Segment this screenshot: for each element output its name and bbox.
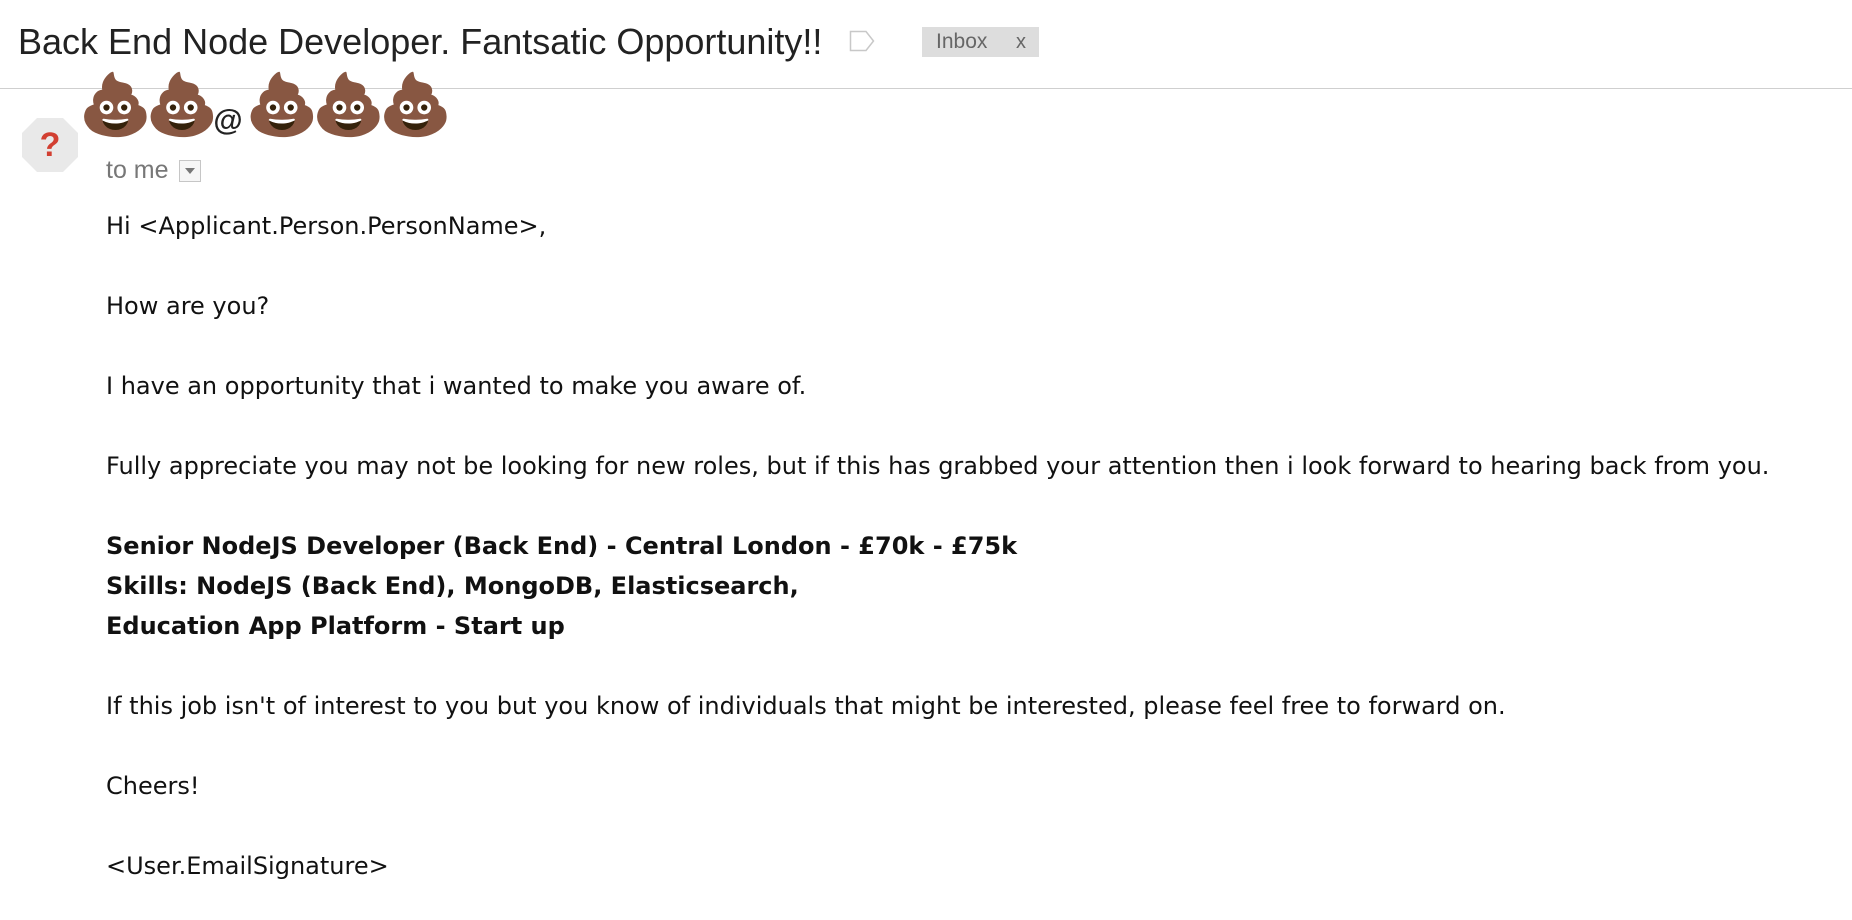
recipient-line: to me <box>106 156 201 185</box>
message-body: Hi <Applicant.Person.PersonName>, How ar… <box>106 206 1826 886</box>
svg-text:?: ? <box>40 126 61 164</box>
signature-line: <User.EmailSignature> <box>106 852 389 880</box>
importance-marker-icon[interactable] <box>849 30 875 52</box>
label-chip-text: Inbox <box>936 30 988 53</box>
question-mark-icon: ? <box>22 118 78 172</box>
remove-label-button[interactable]: x <box>1010 31 1026 54</box>
details-dropdown-button[interactable] <box>178 159 201 182</box>
company-line: Education App Platform - Start up <box>106 612 565 640</box>
signoff-line: Cheers! <box>106 772 200 800</box>
role-title-line: Senior NodeJS Developer (Back End) - Cen… <box>106 532 1018 560</box>
recipient-text: to me <box>106 156 169 184</box>
sender-domain-emoji: 💩💩💩 <box>244 70 453 140</box>
intro-line: I have an opportunity that i wanted to m… <box>106 372 807 400</box>
sender-address[interactable]: 💩💩 @ 💩💩💩 <box>78 70 453 140</box>
sender-at-sign: @ <box>213 104 243 137</box>
greeting-line: Hi <Applicant.Person.PersonName>, <box>106 212 547 240</box>
referral-line: If this job isn't of interest to you but… <box>106 692 1506 720</box>
label-chip-inbox: Inbox x <box>922 27 1039 57</box>
question-line: How are you? <box>106 292 270 320</box>
caret-down-icon <box>184 167 195 174</box>
appreciation-line: Fully appreciate you may not be looking … <box>106 452 1770 480</box>
sender-name-emoji: 💩💩 <box>78 70 219 140</box>
skills-line: Skills: NodeJS (Back End), MongoDB, Elas… <box>106 572 799 600</box>
email-subject: Back End Node Developer. Fantsatic Oppor… <box>18 21 823 62</box>
